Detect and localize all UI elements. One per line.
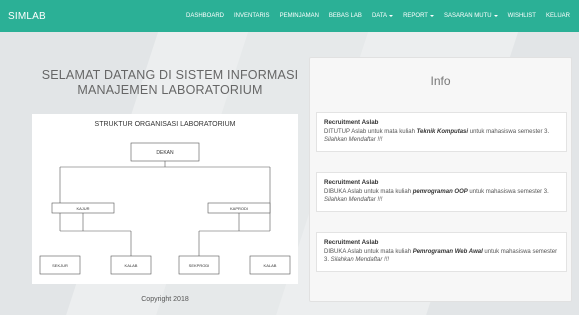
caret-down-icon <box>493 15 498 17</box>
info-card: Recruitment Aslab DITUTUP Aslab untuk ma… <box>316 112 567 152</box>
nav-item-inventaris[interactable]: INVENTARIS <box>229 13 275 19</box>
nav-item-label: WISHLIST <box>507 13 536 19</box>
nav-item-data[interactable]: DATA <box>367 13 398 19</box>
info-card-title: Recruitment Aslab <box>324 239 379 246</box>
nav-item-label: PEMINJAMAN <box>279 13 319 19</box>
welcome-line: SELAMAT DATANG DI SISTEM INFORMASI <box>41 68 299 82</box>
info-card-title: Recruitment Aslab <box>324 179 379 186</box>
org-node-kajur: KAJUR <box>51 202 115 214</box>
copyright-text: Copyright 2018 <box>141 296 189 303</box>
org-chart: STRUKTUR ORGANISASI LABORATORIUM DEKAN K… <box>39 121 291 275</box>
nav-item-label: REPORT <box>403 13 428 19</box>
top-navbar: SIMLAB DASHBOARD INVENTARIS PEMINJAMAN B… <box>0 0 579 32</box>
caret-down-icon <box>429 15 434 17</box>
info-card-course: pemrograman OOP <box>412 188 468 195</box>
info-title: Info <box>430 74 451 88</box>
info-card-body: DITUTUP Aslab untuk mata kuliah Teknik K… <box>324 128 559 145</box>
info-card-text: untuk mahasiswa semester 3. <box>467 188 549 195</box>
info-card: Recruitment Aslab DIBUKA Aslab untuk mat… <box>316 232 567 272</box>
info-card-cta: Silahkan Mendaftar !!! <box>324 197 383 203</box>
info-card-title: Recruitment Aslab <box>324 119 379 126</box>
info-card-text: untuk mahasiswa semester 3. <box>468 128 550 135</box>
org-node-kalab: KALAB <box>110 255 152 275</box>
nav-item-report[interactable]: REPORT <box>398 13 439 19</box>
org-node-label: KALAB <box>264 263 277 268</box>
welcome-line: MANAJEMEN LABORATORIUM <box>77 83 263 97</box>
info-card-course: Teknik Komputasi <box>416 128 469 135</box>
nav-item-label: DASHBOARD <box>185 13 224 19</box>
org-node-sekprodi: SEKPRODI <box>178 255 220 275</box>
info-card-course: Pemrograman Web Awal <box>412 248 483 255</box>
org-node-label: KAJUR <box>76 206 89 211</box>
org-node-label: DEKAN <box>156 150 174 156</box>
org-node-label: KALAB <box>125 263 138 268</box>
nav-item-dashboard[interactable]: DASHBOARD <box>181 13 229 19</box>
nav-item-label: SASARAN MUTU <box>443 13 492 19</box>
org-node-dekan: DEKAN <box>130 142 200 162</box>
info-card-text: DITUTUP Aslab untuk mata kuliah <box>324 128 417 135</box>
info-card-cta: Silahkan Mendaftar !!! <box>330 257 390 263</box>
nav-item-wishlist[interactable]: WISHLIST <box>503 13 541 19</box>
org-node-kalab-prodi: KALAB <box>249 255 291 275</box>
caret-down-icon <box>389 15 394 17</box>
nav-item-peminjaman[interactable]: PEMINJAMAN <box>275 13 324 19</box>
brand-logo[interactable]: SIMLAB <box>0 11 140 22</box>
org-node-label: SEKJUR <box>52 263 68 268</box>
nav-item-bebas-lab[interactable]: BEBAS LAB <box>324 13 367 19</box>
nav-menu: DASHBOARD INVENTARIS PEMINJAMAN BEBAS LA… <box>181 13 579 19</box>
info-panel: Info Recruitment Aslab DITUTUP Aslab unt… <box>309 57 572 302</box>
welcome-heading: SELAMAT DATANG DI SISTEM INFORMASI MANAJ… <box>30 68 310 98</box>
info-card-cta: Silahkan Mendaftar !!! <box>324 137 383 143</box>
info-card-body: DIBUKA Aslab untuk mata kuliah Pemrogram… <box>324 248 559 265</box>
org-chart-title: STRUKTUR ORGANISASI LABORATORIUM <box>95 121 236 128</box>
info-card-body: DIBUKA Aslab untuk mata kuliah pemrogram… <box>324 188 559 205</box>
org-node-kaprodi: KAPRODI <box>207 202 271 214</box>
info-card: Recruitment Aslab DIBUKA Aslab untuk mat… <box>316 172 567 212</box>
org-node-label: SEKPRODI <box>189 263 210 268</box>
nav-item-label: BEBAS LAB <box>328 13 362 19</box>
info-card-text: DIBUKA Aslab untuk mata kuliah <box>324 248 413 255</box>
nav-item-sasaran-mutu[interactable]: SASARAN MUTU <box>439 13 503 19</box>
nav-item-label: DATA <box>371 13 388 19</box>
org-node-label: KAPRODI <box>230 206 248 211</box>
info-card-text: DIBUKA Aslab untuk mata kuliah <box>324 188 413 195</box>
nav-item-keluar[interactable]: KELUAR <box>541 13 575 19</box>
nav-item-label: KELUAR <box>545 13 570 19</box>
org-chart-panel: STRUKTUR ORGANISASI LABORATORIUM DEKAN K… <box>32 114 298 284</box>
nav-item-label: INVENTARIS <box>234 13 270 19</box>
org-node-sekjur: SEKJUR <box>39 255 81 275</box>
